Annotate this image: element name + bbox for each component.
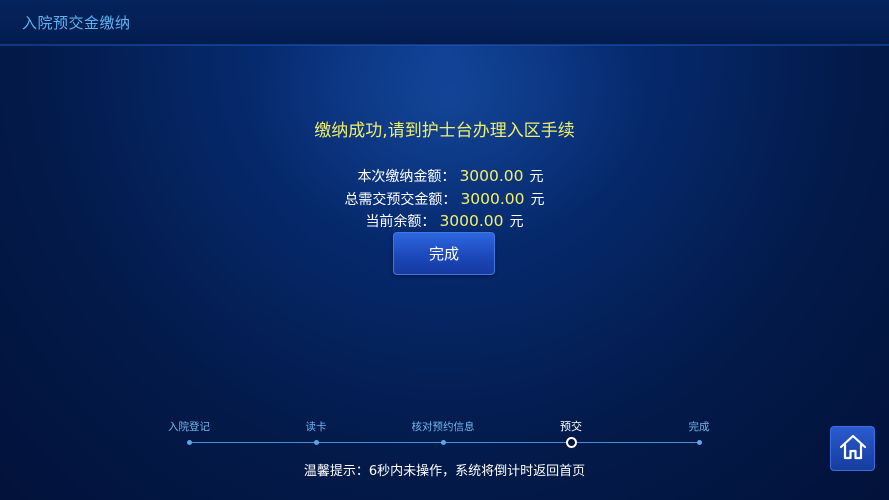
done-button[interactable]: 完成 (393, 232, 495, 275)
this-payment-label: 本次缴纳金额： (357, 169, 456, 185)
this-payment-value: 3000.00 (459, 167, 524, 185)
currency-unit: 元 (530, 192, 545, 208)
header-bar: 入院预交金缴纳 (0, 0, 889, 45)
home-icon (838, 433, 868, 465)
step-dot-active (566, 437, 577, 448)
step-deposit: 预交 (521, 418, 621, 448)
step-dot (441, 440, 446, 445)
balance-row: 当前余额： 3000.00 元 (0, 211, 889, 231)
step-admission-registration: 入院登记 (139, 418, 239, 445)
balance-value: 3000.00 (439, 212, 504, 230)
step-verify-appointment: 核对预约信息 (393, 418, 493, 445)
total-deposit-label: 总需交预交金额： (344, 192, 457, 208)
step-dot (697, 440, 702, 445)
progress-steps: 入院登记 读卡 核对预约信息 预交 完成 (0, 418, 889, 458)
currency-unit: 元 (509, 214, 524, 230)
step-label: 完成 (688, 421, 710, 433)
step-label: 预交 (560, 420, 582, 433)
balance-label: 当前余额： (365, 214, 436, 230)
currency-unit: 元 (529, 169, 544, 185)
timeout-tip: 温馨提示：6秒内未操作，系统将倒计时返回首页 (303, 464, 586, 479)
total-deposit-row: 总需交预交金额： 3000.00 元 (0, 189, 889, 209)
step-dot (314, 440, 319, 445)
step-dot (187, 440, 192, 445)
page-title: 入院预交金缴纳 (22, 14, 131, 32)
step-label: 入院登记 (168, 421, 210, 433)
home-button[interactable] (830, 426, 875, 471)
this-payment-row: 本次缴纳金额： 3000.00 元 (6, 166, 889, 186)
step-label: 读卡 (305, 421, 327, 433)
step-complete: 完成 (649, 418, 749, 445)
step-read-card: 读卡 (266, 418, 366, 445)
total-deposit-value: 3000.00 (460, 190, 525, 208)
success-message: 缴纳成功,请到护士台办理入区手续 (314, 121, 575, 141)
step-label: 核对预约信息 (411, 421, 475, 433)
